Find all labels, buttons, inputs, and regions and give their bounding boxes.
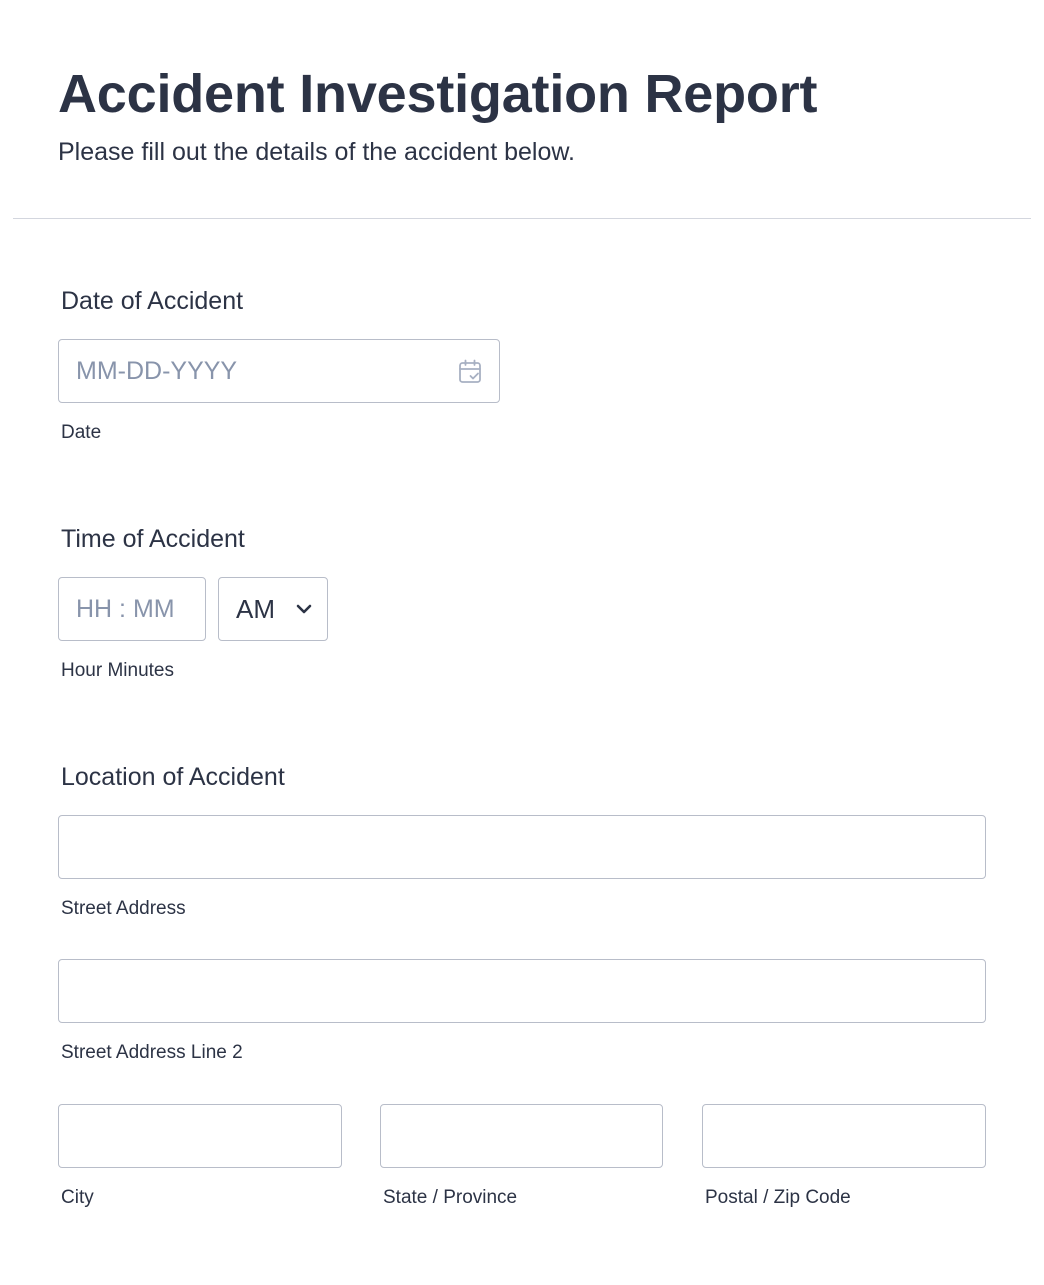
street-address-input[interactable] bbox=[58, 815, 986, 879]
location-field-label: Location of Accident bbox=[61, 763, 285, 791]
state-province-sublabel: State / Province bbox=[383, 1187, 518, 1208]
form-header: Accident Investigation Report Please fil… bbox=[58, 62, 817, 168]
date-sublabel: Date bbox=[61, 422, 102, 443]
time-input[interactable]: HH : MM bbox=[58, 577, 206, 641]
time-placeholder: HH : MM bbox=[76, 595, 175, 623]
postal-zip-sublabel: Postal / Zip Code bbox=[705, 1187, 851, 1208]
date-field-label: Date of Accident bbox=[61, 287, 244, 315]
ampm-select[interactable]: AM bbox=[218, 577, 328, 641]
header-divider bbox=[13, 218, 1031, 219]
city-input[interactable] bbox=[58, 1104, 342, 1168]
form-title: Accident Investigation Report bbox=[58, 64, 818, 124]
calendar-icon[interactable] bbox=[458, 359, 482, 385]
form-page: Accident Investigation Report Please fil… bbox=[0, 0, 1044, 1285]
date-input[interactable]: MM-DD-YYYY bbox=[58, 339, 500, 403]
date-placeholder: MM-DD-YYYY bbox=[76, 357, 238, 385]
city-sublabel: City bbox=[61, 1187, 94, 1208]
form-subtitle: Please fill out the details of the accid… bbox=[58, 138, 575, 166]
street-address-sublabel: Street Address bbox=[61, 898, 186, 919]
postal-zip-input[interactable] bbox=[702, 1104, 986, 1168]
street-address-line2-input[interactable] bbox=[58, 959, 986, 1023]
time-field-label: Time of Accident bbox=[61, 525, 245, 553]
chevron-down-icon bbox=[296, 604, 312, 614]
state-province-input[interactable] bbox=[380, 1104, 663, 1168]
street-address-line2-sublabel: Street Address Line 2 bbox=[61, 1042, 243, 1063]
time-sublabel: Hour Minutes bbox=[61, 660, 174, 681]
ampm-value: AM bbox=[236, 594, 275, 624]
